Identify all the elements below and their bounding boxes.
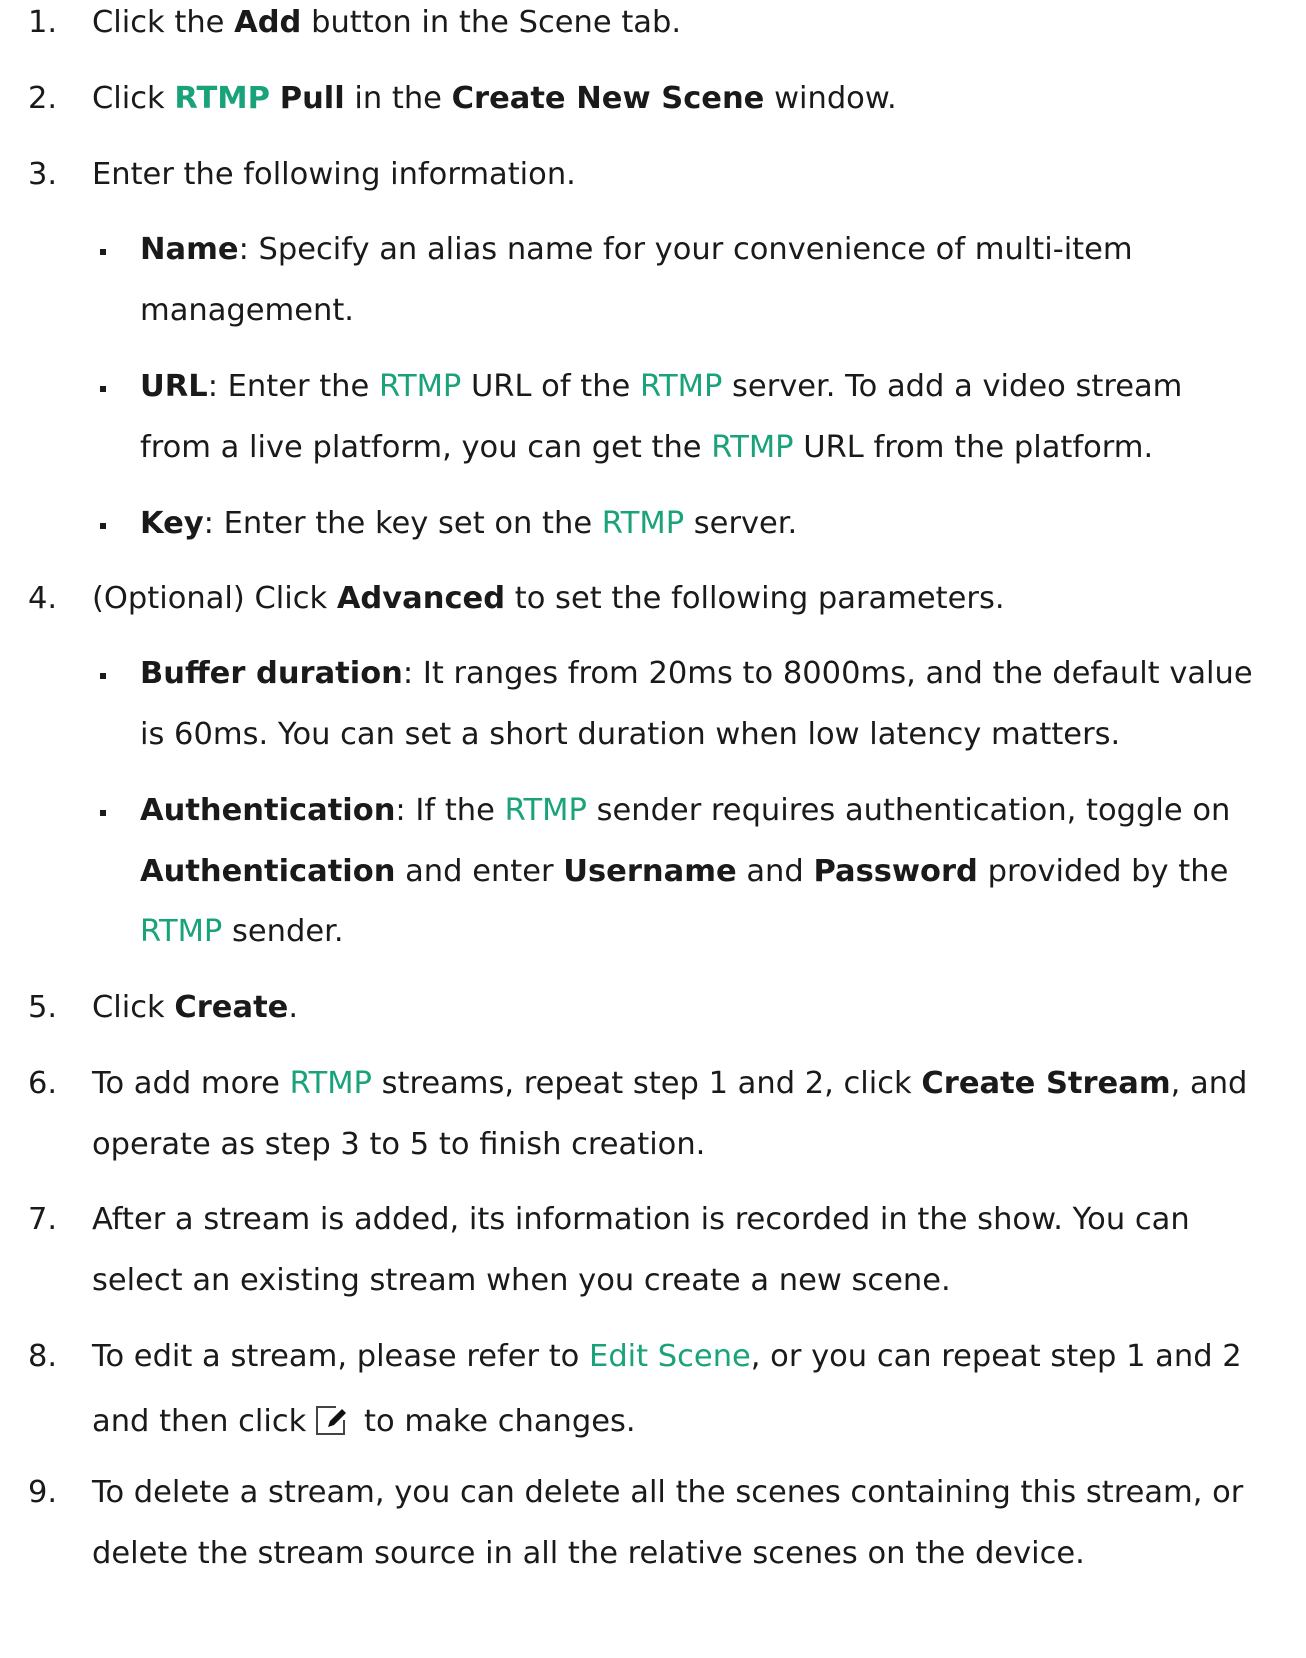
instructions-document: 1. Click the Add button in the Scene tab… (0, 0, 1306, 1658)
step-6-text: To add more RTMP streams, repeat step 1 … (92, 1066, 1248, 1101)
step-7-text-cont: select an existing stream when you creat… (92, 1263, 951, 1298)
step-9-text: To delete a stream, you can delete all t… (92, 1475, 1244, 1510)
step-8-text: To edit a stream, please refer to Edit S… (92, 1339, 1242, 1374)
name-field-description: Name: Specify an alias name for your con… (140, 232, 1133, 267)
step-6-number: 6. (28, 1066, 58, 1101)
step-4-text: (Optional) Click Advanced to set the fol… (92, 581, 1005, 616)
step-4-number: 4. (28, 581, 58, 616)
step-3-number: 3. (28, 157, 58, 192)
step-3-text: Enter the following information. (92, 157, 576, 192)
buffer-duration-description-cont: is 60ms. You can set a short duration wh… (140, 717, 1121, 752)
step-1-text: Click the Add button in the Scene tab. (92, 5, 682, 40)
step-2-number: 2. (28, 81, 58, 116)
step-7-number: 7. (28, 1202, 58, 1237)
authentication-description: Authentication: If the RTMP sender requi… (140, 793, 1231, 828)
step-2-text: Click RTMP Pull in the Create New Scene … (92, 81, 897, 116)
step-7-text: After a stream is added, its information… (92, 1202, 1190, 1237)
bullet-marker (100, 523, 106, 529)
authentication-description-cont: Authentication and enter Username and Pa… (140, 854, 1229, 889)
authentication-description-end: RTMP sender. (140, 914, 344, 949)
bullet-marker (100, 249, 106, 255)
step-6-text-cont: operate as step 3 to 5 to finish creatio… (92, 1127, 706, 1162)
key-field-description: Key: Enter the key set on the RTMP serve… (140, 506, 798, 541)
step-9-text-cont: delete the stream source in all the rela… (92, 1536, 1085, 1571)
step-1-number: 1. (28, 5, 58, 40)
bullet-marker (100, 810, 106, 816)
url-field-description-cont: from a live platform, you can get the RT… (140, 430, 1154, 465)
bullet-marker (100, 673, 106, 679)
step-8-number: 8. (28, 1339, 58, 1374)
step-5-text: Click Create. (92, 990, 299, 1025)
bullet-marker (100, 386, 106, 392)
name-field-description-cont: management. (140, 293, 355, 328)
step-8-text-cont: and then click to make changes. (92, 1403, 636, 1439)
edit-scene-link[interactable]: Edit Scene (589, 1339, 751, 1374)
step-5-number: 5. (28, 990, 58, 1025)
buffer-duration-description: Buffer duration: It ranges from 20ms to … (140, 656, 1253, 691)
edit-icon (314, 1403, 350, 1437)
step-9-number: 9. (28, 1475, 58, 1510)
url-field-description: URL: Enter the RTMP URL of the RTMP serv… (140, 369, 1183, 404)
